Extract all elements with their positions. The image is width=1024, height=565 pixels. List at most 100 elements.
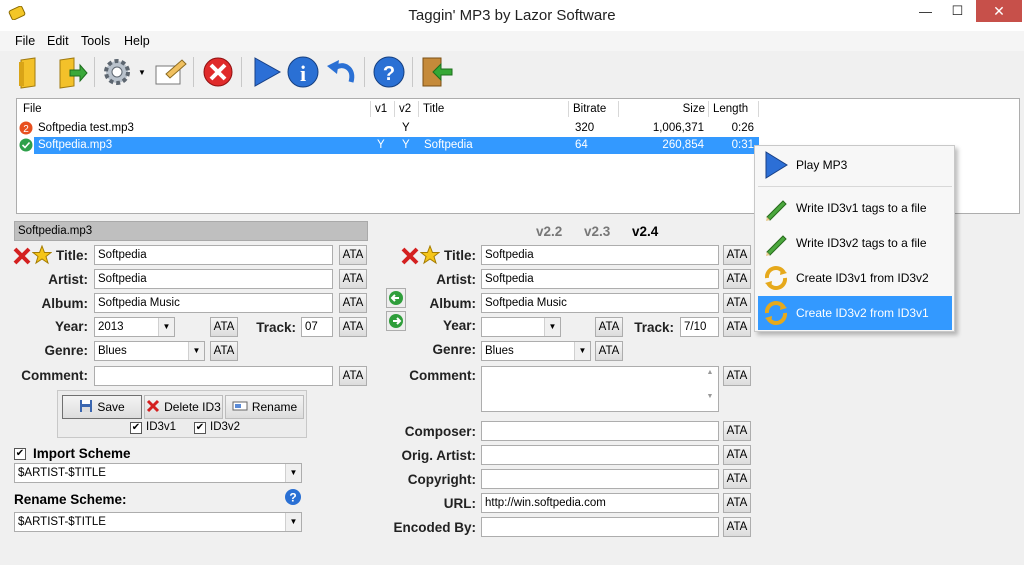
ata-button[interactable]: ATA bbox=[723, 517, 751, 537]
menu-edit[interactable]: Edit bbox=[47, 34, 69, 48]
menu-item-play-mp3[interactable]: Play MP3 bbox=[758, 148, 952, 182]
list-item[interactable]: Softpedia test.mp3 bbox=[38, 120, 134, 137]
v2-comment-label: Comment: bbox=[409, 368, 476, 383]
info-icon[interactable]: i bbox=[285, 54, 321, 90]
col-v1[interactable]: v1 bbox=[371, 101, 395, 117]
year-select[interactable]: 2013 ▼ bbox=[94, 317, 175, 337]
play-icon[interactable] bbox=[248, 54, 284, 90]
clear-tag-icon[interactable] bbox=[12, 246, 32, 266]
menu-item-create-id3v1[interactable]: Create ID3v1 from ID3v2 bbox=[758, 261, 952, 295]
v2-track-input[interactable]: 7/10 bbox=[680, 317, 719, 337]
import-scheme-select[interactable]: $ARTIST-$TITLE ▼ bbox=[14, 463, 302, 483]
version-tab-v24[interactable]: v2.4 bbox=[632, 224, 658, 239]
chevron-down-icon[interactable]: ▼ bbox=[158, 318, 174, 336]
artist-input[interactable]: Softpedia bbox=[94, 269, 333, 289]
settings-gear-icon[interactable] bbox=[100, 54, 136, 90]
ata-button[interactable]: ATA bbox=[210, 341, 238, 361]
url-input[interactable]: http://win.softpedia.com bbox=[481, 493, 719, 513]
chevron-down-icon[interactable]: ▼ bbox=[574, 342, 590, 360]
ata-button[interactable]: ATA bbox=[723, 445, 751, 465]
col-bitrate[interactable]: Bitrate bbox=[569, 101, 619, 117]
album-label: Album: bbox=[41, 296, 89, 311]
ata-button[interactable]: ATA bbox=[339, 366, 367, 386]
col-file[interactable]: File bbox=[19, 101, 371, 117]
clear-tag-icon[interactable] bbox=[400, 246, 420, 266]
ata-button[interactable]: ATA bbox=[723, 493, 751, 513]
orig-artist-input[interactable] bbox=[481, 445, 719, 465]
composer-input[interactable] bbox=[481, 421, 719, 441]
chevron-down-icon[interactable]: ▼ bbox=[285, 513, 301, 531]
minimize-button[interactable]: — bbox=[912, 0, 939, 22]
list-cell: 64 bbox=[575, 139, 588, 151]
genre-select[interactable]: Blues ▼ bbox=[94, 341, 205, 361]
v2-comment-textarea[interactable] bbox=[481, 366, 719, 412]
v2-artist-input[interactable]: Softpedia bbox=[481, 269, 719, 289]
v2-title-input[interactable]: Softpedia bbox=[481, 245, 719, 265]
list-item[interactable]: Softpedia.mp3 bbox=[38, 137, 112, 154]
rename-scheme-select[interactable]: $ARTIST-$TITLE ▼ bbox=[14, 512, 302, 532]
comment-input[interactable] bbox=[94, 366, 333, 386]
save-button[interactable]: Save bbox=[62, 395, 142, 419]
col-v2[interactable]: v2 bbox=[395, 101, 419, 117]
edit-tags-icon[interactable] bbox=[152, 54, 188, 90]
help-icon[interactable]: ? bbox=[284, 488, 302, 506]
list-cell: 1,006,371 bbox=[652, 122, 704, 134]
maximize-button[interactable]: ☐ bbox=[944, 0, 971, 22]
col-size[interactable]: Size bbox=[619, 101, 709, 117]
ata-button[interactable]: ATA bbox=[595, 317, 623, 337]
list-cell: 260,854 bbox=[662, 139, 704, 151]
list-cell: Y bbox=[377, 139, 385, 151]
v2-album-input[interactable]: Softpedia Music bbox=[481, 293, 719, 313]
menu-tools[interactable]: Tools bbox=[81, 34, 110, 48]
chevron-down-icon[interactable]: ▼ bbox=[188, 342, 204, 360]
import-scheme-checkbox[interactable]: ✔ bbox=[14, 448, 26, 460]
ata-button[interactable]: ATA bbox=[723, 269, 751, 289]
version-tab-v23[interactable]: v2.3 bbox=[584, 224, 610, 239]
copyright-input[interactable] bbox=[481, 469, 719, 489]
rename-button[interactable]: Rename bbox=[225, 395, 304, 419]
title-bar: Taggin' MP3 by Lazor Software — ☐ ✕ bbox=[0, 0, 1024, 31]
col-length[interactable]: Length bbox=[709, 101, 759, 117]
ata-button[interactable]: ATA bbox=[723, 366, 751, 386]
track-input[interactable]: 07 bbox=[301, 317, 333, 337]
version-tab-v22[interactable]: v2.2 bbox=[536, 224, 562, 239]
ata-button[interactable]: ATA bbox=[339, 293, 367, 313]
ata-button[interactable]: ATA bbox=[339, 269, 367, 289]
id3v2-checkbox[interactable]: ✔ bbox=[194, 422, 206, 434]
orig-artist-label: Orig. Artist: bbox=[401, 448, 476, 463]
ata-button[interactable]: ATA bbox=[723, 317, 751, 337]
menu-item-write-id3v2[interactable]: Write ID3v2 tags to a file bbox=[758, 226, 952, 260]
ata-button[interactable]: ATA bbox=[723, 421, 751, 441]
close-button[interactable]: ✕ bbox=[976, 0, 1022, 22]
title-input[interactable]: Softpedia bbox=[94, 245, 333, 265]
ata-button[interactable]: ATA bbox=[339, 245, 367, 265]
chevron-down-icon[interactable]: ▼ bbox=[138, 68, 146, 77]
ata-button[interactable]: ATA bbox=[595, 341, 623, 361]
menu-item-write-id3v1[interactable]: Write ID3v1 tags to a file bbox=[758, 191, 952, 225]
id3v1-checkbox[interactable]: ✔ bbox=[130, 422, 142, 434]
menu-help[interactable]: Help bbox=[124, 34, 150, 48]
open-folder-green-icon[interactable] bbox=[52, 54, 88, 90]
v2-genre-select[interactable]: Blues ▼ bbox=[481, 341, 591, 361]
ata-button[interactable]: ATA bbox=[723, 245, 751, 265]
open-folder-icon[interactable] bbox=[13, 54, 49, 90]
chevron-down-icon[interactable]: ▼ bbox=[544, 318, 560, 336]
ata-button[interactable]: ATA bbox=[210, 317, 238, 337]
chevron-down-icon[interactable]: ▼ bbox=[285, 464, 301, 482]
comment-scrollbar[interactable]: ▲ ▼ bbox=[702, 367, 718, 411]
ata-button[interactable]: ATA bbox=[339, 317, 367, 337]
album-input[interactable]: Softpedia Music bbox=[94, 293, 333, 313]
encoded-by-input[interactable] bbox=[481, 517, 719, 537]
delete-id3-button[interactable]: Delete ID3 bbox=[144, 395, 223, 419]
ata-button[interactable]: ATA bbox=[723, 293, 751, 313]
ata-button[interactable]: ATA bbox=[723, 469, 751, 489]
help-icon[interactable]: ? bbox=[371, 54, 407, 90]
v2-year-select[interactable]: ▼ bbox=[481, 317, 561, 337]
menu-file[interactable]: File bbox=[15, 34, 35, 48]
undo-icon[interactable] bbox=[323, 54, 359, 90]
toolbar-separator bbox=[94, 57, 95, 87]
menu-item-create-id3v2[interactable]: Create ID3v2 from ID3v1 bbox=[758, 296, 952, 330]
delete-icon[interactable] bbox=[200, 54, 236, 90]
exit-icon[interactable] bbox=[419, 54, 455, 90]
col-title[interactable]: Title bbox=[419, 101, 569, 117]
